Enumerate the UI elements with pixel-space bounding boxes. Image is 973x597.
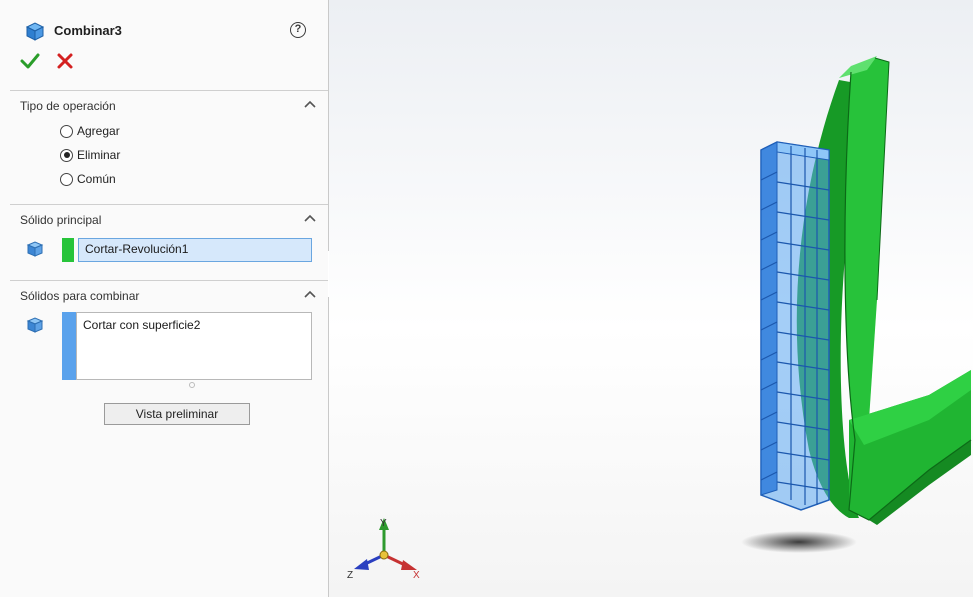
radio-comun[interactable]: Común bbox=[60, 170, 116, 188]
triad-x-label: X bbox=[413, 570, 420, 581]
bodies-to-combine-header: Sólidos para combinar bbox=[20, 289, 140, 303]
model-view[interactable]: Y X Z bbox=[329, 0, 973, 597]
radio-eliminar[interactable]: Eliminar bbox=[60, 146, 120, 164]
radio-button[interactable] bbox=[60, 172, 73, 186]
radio-button-selected[interactable] bbox=[60, 148, 73, 162]
bodies-to-combine-list[interactable]: Cortar con superficie2 bbox=[76, 312, 312, 380]
orientation-triad: Y X Z bbox=[347, 518, 420, 581]
radio-label: Eliminar bbox=[77, 148, 121, 162]
main-body-header: Sólido principal bbox=[20, 213, 102, 227]
property-manager-panel: Combinar3 ? Tipo de operación Agregar El… bbox=[0, 0, 329, 597]
collapse-chevron-icon[interactable] bbox=[304, 213, 316, 223]
cancel-x-icon[interactable] bbox=[56, 52, 74, 70]
collapse-chevron-icon[interactable] bbox=[304, 99, 316, 109]
solid-body-icon bbox=[26, 317, 44, 333]
triad-y-label: Y bbox=[380, 518, 387, 529]
resize-grip-icon[interactable] bbox=[189, 382, 195, 388]
blue-tool-body[interactable] bbox=[760, 141, 830, 511]
selection-color-swatch bbox=[62, 238, 74, 262]
operation-type-header: Tipo de operación bbox=[20, 99, 116, 113]
selection-color-swatch bbox=[62, 312, 76, 380]
collapse-chevron-icon[interactable] bbox=[304, 289, 316, 299]
preview-button[interactable]: Vista preliminar bbox=[104, 403, 250, 425]
radio-agregar[interactable]: Agregar bbox=[60, 122, 120, 140]
feature-title-row: Combinar3 ? bbox=[18, 16, 318, 44]
combine-feature-icon bbox=[25, 22, 45, 41]
feature-title: Combinar3 bbox=[54, 23, 122, 38]
radio-label: Agregar bbox=[77, 124, 120, 138]
operation-type-group: Tipo de operación bbox=[10, 90, 328, 202]
help-icon[interactable]: ? bbox=[290, 22, 306, 38]
list-item[interactable]: Cortar con superficie2 bbox=[83, 318, 305, 332]
graphics-viewport[interactable]: Y X Z bbox=[329, 0, 973, 597]
main-body-selection-field[interactable]: Cortar-Revolución1 bbox=[78, 238, 312, 262]
model-shadow bbox=[741, 531, 857, 553]
radio-button[interactable] bbox=[60, 124, 73, 138]
radio-label: Común bbox=[77, 172, 116, 186]
solid-body-icon bbox=[26, 241, 44, 257]
triad-z-label: Z bbox=[347, 570, 353, 581]
ok-checkmark-icon[interactable] bbox=[20, 52, 40, 70]
